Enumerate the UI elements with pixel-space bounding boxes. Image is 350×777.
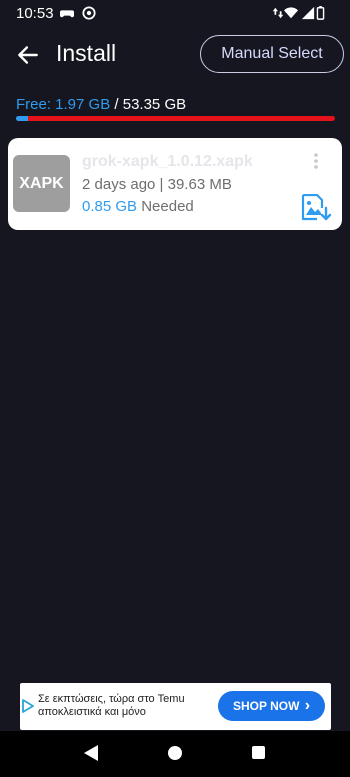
signal-icon (301, 6, 315, 20)
xapk-file-icon: XAPK (13, 155, 70, 212)
nav-recents-icon[interactable] (252, 746, 265, 759)
app-bar: Install Manual Select (0, 30, 350, 80)
file-card[interactable]: XAPK grok-xapk_1.0.12.xapk 2 days ago | … (8, 138, 342, 230)
nav-home-icon[interactable] (168, 746, 182, 760)
storage-usage-fill (16, 116, 28, 121)
manual-select-button[interactable]: Manual Select (200, 35, 344, 73)
storage-separator: / (114, 96, 119, 113)
wifi-icon (284, 7, 298, 19)
more-vert-icon[interactable] (308, 152, 324, 170)
vpn-icon (82, 6, 96, 20)
needed-label: Needed (141, 198, 194, 215)
storage-summary: Free: 1.97 GB / 53.35 GB (16, 96, 186, 113)
shop-now-button[interactable]: SHOP NOW › (218, 691, 325, 721)
storage-usage-bar (16, 116, 335, 121)
battery-icon (316, 6, 325, 20)
storage-total-label: 53.35 GB (122, 96, 187, 113)
file-space-needed: 0.85 GB Needed (82, 198, 194, 215)
chevron-right-icon: › (304, 697, 311, 714)
install-icon[interactable] (300, 194, 332, 222)
needed-size: 0.85 GB (82, 198, 138, 215)
storage-free-label: Free: 1.97 GB (16, 96, 111, 113)
gamepad-icon (60, 10, 74, 18)
status-bar: 10:53 (0, 0, 350, 28)
ad-banner[interactable]: Σε εκπτώσεις, τώρα στο Temu αποκλειστικά… (20, 683, 331, 730)
ad-choices-icon[interactable] (22, 699, 34, 713)
status-time: 10:53 (16, 5, 54, 22)
file-name: grok-xapk_1.0.12.xapk (82, 153, 253, 170)
nav-back-icon[interactable] (84, 745, 98, 761)
data-arrows-icon (272, 7, 284, 19)
page-title: Install (56, 40, 117, 66)
file-meta: 2 days ago | 39.63 MB (82, 176, 232, 193)
shop-now-label: SHOP NOW (232, 699, 300, 713)
system-nav-bar (0, 731, 350, 777)
ad-text: Σε εκπτώσεις, τώρα στο Temu αποκλειστικά… (38, 693, 185, 718)
back-arrow-icon[interactable] (14, 42, 42, 68)
